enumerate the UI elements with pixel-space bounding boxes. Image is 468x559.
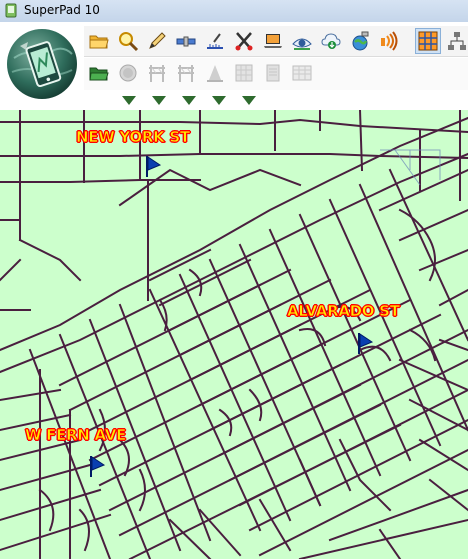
cone-icon[interactable]	[202, 60, 228, 86]
street-network	[0, 110, 468, 559]
satellite-icon[interactable]	[173, 28, 199, 54]
cloud-download-icon[interactable]	[318, 28, 344, 54]
street-map[interactable]: NEW YORK ST ALVARADO ST W FERN AVE	[0, 110, 468, 559]
dropdown-arrow-icon[interactable]	[182, 96, 196, 105]
blue-flag-icon[interactable]	[88, 454, 106, 478]
window-title: SuperPad 10	[24, 3, 100, 17]
dropdown-arrow-icon[interactable]	[212, 96, 226, 105]
signal-icon[interactable]	[376, 28, 402, 54]
magnifier-icon[interactable]	[115, 28, 141, 54]
network-icon[interactable]	[444, 28, 468, 54]
secondary-toolbar	[84, 58, 468, 90]
pen-icon[interactable]	[144, 28, 170, 54]
barricade-icon[interactable]	[173, 60, 199, 86]
globe-satellite-icon[interactable]	[347, 28, 373, 54]
scissors-icon[interactable]	[231, 28, 257, 54]
open-folder-icon[interactable]	[86, 28, 112, 54]
grid-table-icon[interactable]	[415, 28, 441, 54]
dropdown-arrow-icon[interactable]	[242, 96, 256, 105]
laptop-icon[interactable]	[260, 28, 286, 54]
table-icon[interactable]	[289, 60, 315, 86]
blue-flag-icon[interactable]	[144, 154, 162, 178]
measure-icon[interactable]	[202, 28, 228, 54]
dropdown-arrow-icon[interactable]	[122, 96, 136, 105]
eye-icon[interactable]	[289, 28, 315, 54]
barricade-icon[interactable]	[144, 60, 170, 86]
street-label-w-fern: W FERN AVE	[25, 426, 127, 445]
dropdown-arrow-icon[interactable]	[152, 96, 166, 105]
superpad-globe-phone-logo	[7, 29, 77, 99]
folder-green-icon[interactable]	[86, 60, 112, 86]
title-bar: SuperPad 10	[0, 0, 468, 23]
street-label-new-york: NEW YORK ST	[76, 128, 191, 147]
circle-icon[interactable]	[115, 60, 141, 86]
document-icon[interactable]	[260, 60, 286, 86]
grid-icon[interactable]	[231, 60, 257, 86]
superpad-app-icon	[5, 3, 17, 18]
street-label-alvarado: ALVARADO ST	[287, 302, 401, 321]
main-toolbar	[84, 26, 468, 57]
blue-flag-icon[interactable]	[356, 331, 374, 355]
